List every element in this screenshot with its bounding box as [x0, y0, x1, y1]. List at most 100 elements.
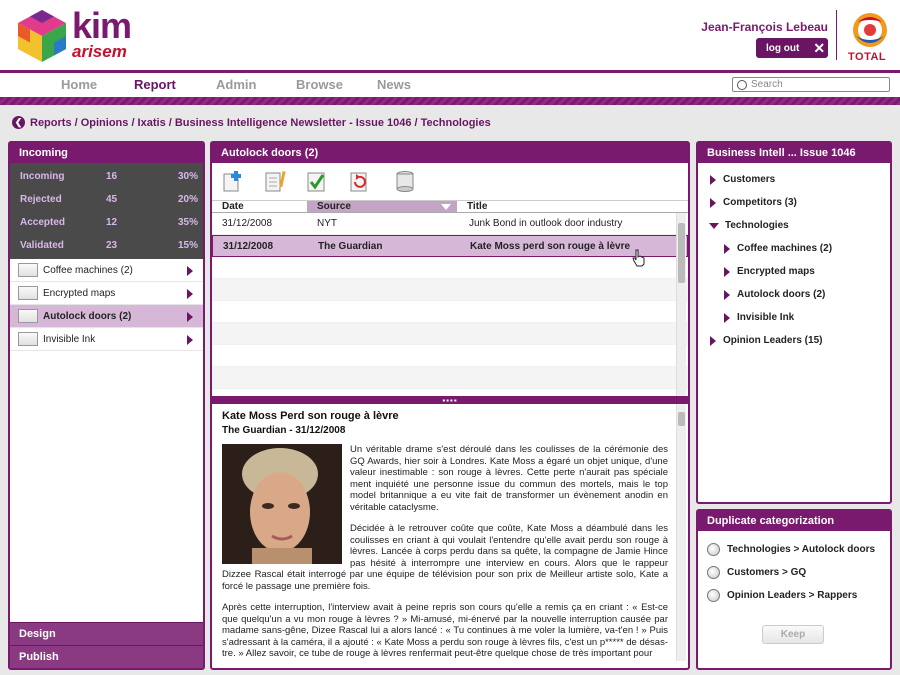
option-label: Opinion Leaders > Rappers	[727, 590, 858, 601]
radio-button[interactable]	[707, 543, 720, 556]
list-scrollbar[interactable]	[676, 213, 686, 396]
chevron-right-icon[interactable]	[187, 312, 193, 322]
chevron-right-icon[interactable]	[187, 289, 193, 299]
column-date[interactable]: Date	[212, 201, 307, 212]
nav-tab-report[interactable]: Report	[134, 77, 176, 92]
expand-arrow-icon[interactable]	[724, 289, 730, 300]
folder-label: Invisible Ink	[43, 333, 96, 345]
row-title: Kate Moss perd son rouge à lèvre	[470, 240, 631, 252]
radio-button[interactable]	[707, 566, 720, 579]
documents-panel-title: Autolock doors (2)	[212, 143, 688, 163]
brand-subname: arisem	[72, 42, 127, 61]
tree-item-autolock-doors[interactable]: Autolock doors (2)	[698, 283, 890, 306]
publish-section-button[interactable]: Publish	[10, 645, 203, 668]
nav-tab-home[interactable]: Home	[61, 77, 97, 92]
add-document-icon[interactable]	[222, 170, 244, 192]
stat-percent: 20%	[177, 194, 198, 205]
folder-item-coffee-machines[interactable]: Coffee machines (2)	[10, 259, 203, 282]
stat-row-accepted[interactable]: Accepted 12 35%	[10, 211, 203, 234]
expand-arrow-icon[interactable]	[724, 266, 730, 277]
tree-item-customers[interactable]: Customers	[698, 168, 890, 191]
stat-label: Validated	[20, 240, 64, 251]
duplicate-panel-title: Duplicate categorization	[698, 511, 890, 531]
collapse-arrow-icon[interactable]	[709, 222, 719, 229]
column-title[interactable]: Title	[457, 201, 688, 212]
row-date: 31/12/2008	[222, 218, 273, 229]
logout-button[interactable]: log out ✕	[756, 38, 828, 58]
keep-button[interactable]: Keep	[762, 625, 824, 644]
portrait-image-icon	[222, 444, 342, 564]
scrollbar-thumb[interactable]	[678, 223, 685, 283]
scrollbar-thumb[interactable]	[678, 412, 685, 426]
folder-item-autolock-doors[interactable]: Autolock doors (2)	[10, 305, 203, 328]
search-icon	[737, 79, 747, 90]
article-title: Kate Moss Perd son rouge à lèvre	[222, 410, 399, 422]
nav-tab-news[interactable]: News	[377, 77, 411, 92]
tree-label: Opinion Leaders (15)	[723, 335, 823, 346]
tree-item-opinion-leaders[interactable]: Opinion Leaders (15)	[698, 329, 890, 352]
chevron-right-icon[interactable]	[187, 335, 193, 345]
folder-item-encrypted-maps[interactable]: Encrypted maps	[10, 282, 203, 305]
duplicate-option[interactable]: Technologies > Autolock doors	[698, 538, 890, 561]
refresh-icon[interactable]	[348, 170, 370, 192]
chevron-right-icon[interactable]	[187, 266, 193, 276]
column-source[interactable]: Source	[307, 201, 457, 212]
article-paragraph: Après cette interruption, l'interview av…	[222, 602, 668, 659]
search-placeholder: Search	[751, 79, 783, 90]
stat-label: Incoming	[20, 171, 65, 182]
expand-arrow-icon[interactable]	[724, 312, 730, 323]
documents-panel: Autolock doors (2) Date Source Title 31/…	[210, 141, 690, 670]
empty-row	[212, 323, 688, 345]
tree-item-technologies[interactable]: Technologies	[698, 214, 890, 237]
expand-arrow-icon[interactable]	[710, 197, 716, 208]
article-photo	[222, 444, 342, 564]
archive-icon[interactable]	[394, 170, 416, 192]
incoming-panel: Incoming Incoming 16 30% Rejected 45 20%…	[8, 141, 205, 670]
tree-item-encrypted-maps[interactable]: Encrypted maps	[698, 260, 890, 283]
tree-label: Competitors (3)	[723, 197, 797, 208]
duplicate-option[interactable]: Opinion Leaders > Rappers	[698, 584, 890, 607]
tree-item-competitors[interactable]: Competitors (3)	[698, 191, 890, 214]
edit-document-icon[interactable]	[264, 170, 286, 192]
empty-row	[212, 279, 688, 301]
duplicate-option[interactable]: Customers > GQ	[698, 561, 890, 584]
nav-tab-browse[interactable]: Browse	[296, 77, 343, 92]
back-arrow-icon[interactable]: ❮	[12, 116, 25, 129]
stat-label: Accepted	[20, 217, 66, 228]
pane-splitter-handle[interactable]: ▪▪▪▪	[212, 396, 688, 405]
stat-row-rejected[interactable]: Rejected 45 20%	[10, 188, 203, 211]
tree-label: Encrypted maps	[737, 266, 815, 277]
stat-count: 45	[106, 194, 118, 205]
category-tree-title: Business Intell ... Issue 1046	[698, 143, 890, 163]
stat-row-incoming[interactable]: Incoming 16 30%	[10, 165, 203, 188]
duplicate-categorization-panel: Duplicate categorization Technologies > …	[696, 509, 892, 670]
tree-item-invisible-ink[interactable]: Invisible Ink	[698, 306, 890, 329]
folder-label: Autolock doors (2)	[43, 310, 132, 322]
status-stats: Incoming 16 30% Rejected 45 20% Accepted…	[10, 163, 203, 259]
radio-button[interactable]	[707, 589, 720, 602]
folder-item-invisible-ink[interactable]: Invisible Ink	[10, 328, 203, 351]
option-label: Customers > GQ	[727, 567, 807, 578]
breadcrumb-path[interactable]: Reports / Opinions / Ixatis / Business I…	[30, 117, 491, 129]
empty-row	[212, 301, 688, 323]
sort-desc-icon[interactable]	[441, 204, 451, 210]
article-scrollbar[interactable]	[676, 404, 686, 661]
empty-row	[212, 345, 688, 367]
folder-label: Coffee machines (2)	[43, 264, 133, 276]
search-input[interactable]: Search	[732, 77, 890, 92]
hand-cursor-icon	[632, 249, 645, 267]
expand-arrow-icon[interactable]	[710, 174, 716, 185]
tree-item-coffee-machines[interactable]: Coffee machines (2)	[698, 237, 890, 260]
tree-label: Coffee machines (2)	[737, 243, 833, 254]
table-row[interactable]: 31/12/2008 The Guardian Kate Moss perd s…	[212, 235, 688, 257]
nav-tab-admin[interactable]: Admin	[216, 77, 256, 92]
validate-check-icon[interactable]	[306, 170, 328, 192]
nav-bottom-stripe	[0, 97, 900, 105]
expand-arrow-icon[interactable]	[724, 243, 730, 254]
row-source: NYT	[317, 218, 337, 229]
stat-row-validated[interactable]: Validated 23 15%	[10, 234, 203, 257]
folder-icon	[18, 263, 38, 277]
table-row[interactable]: 31/12/2008 NYT Junk Bond in outlook door…	[212, 213, 688, 235]
design-section-button[interactable]: Design	[10, 622, 203, 645]
expand-arrow-icon[interactable]	[710, 335, 716, 346]
